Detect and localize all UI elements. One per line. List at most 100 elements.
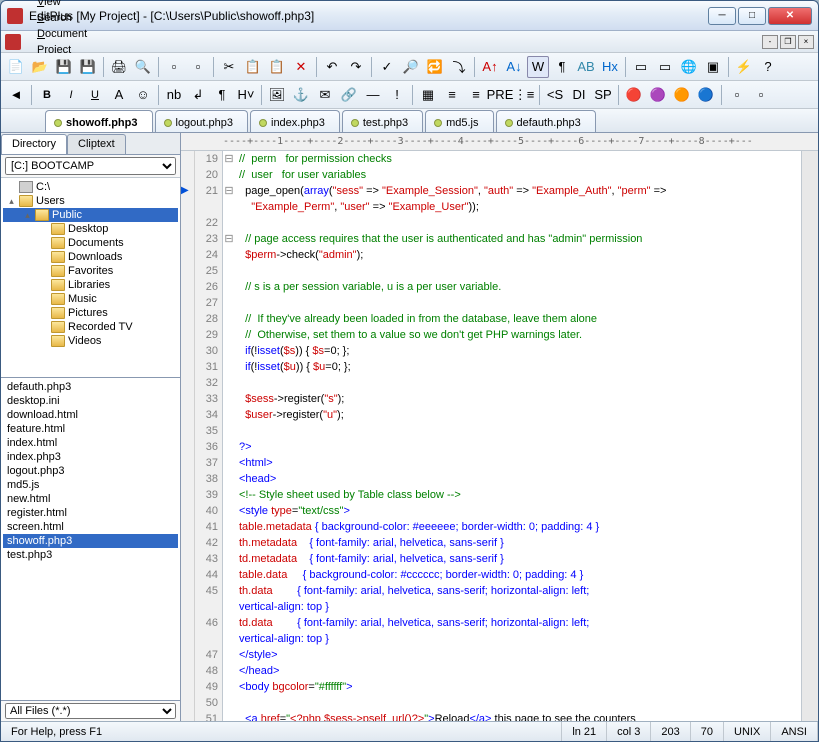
font-a-button[interactable]: A↑ [479, 56, 501, 78]
mdi-close[interactable]: × [798, 35, 814, 49]
file-tab[interactable]: md5.js [425, 110, 493, 132]
tree-node[interactable]: ▴Users [3, 194, 178, 208]
file-item[interactable]: showoff.php3 [3, 534, 178, 548]
directory-tab[interactable]: Directory [1, 134, 67, 154]
file-list[interactable]: defauth.php3desktop.inidownload.htmlfeat… [1, 378, 180, 700]
sp-button[interactable]: SP [592, 84, 614, 106]
code-editor[interactable]: ▶ 192021 2223242526272829303132333435363… [181, 151, 818, 721]
para-button[interactable]: ¶ [551, 56, 573, 78]
tree-node[interactable]: Downloads [3, 250, 178, 264]
file-tab[interactable]: test.php3 [342, 110, 423, 132]
delete-button[interactable]: ✕ [290, 56, 312, 78]
file-item[interactable]: feature.html [3, 422, 178, 436]
font-a2-button[interactable]: A↓ [503, 56, 525, 78]
left-button[interactable]: ◄ [5, 84, 27, 106]
undo-button[interactable]: ↶ [321, 56, 343, 78]
replace-button[interactable]: 🔁 [424, 56, 446, 78]
minimize-button[interactable]: ─ [708, 7, 736, 25]
img-button[interactable]: 🖼 [266, 84, 288, 106]
lt-button[interactable]: <S [544, 84, 566, 106]
menu-view[interactable]: View [29, 0, 95, 10]
preview-button[interactable]: 🔍 [132, 56, 154, 78]
link-button[interactable]: 🔗 [338, 84, 360, 106]
font-button[interactable]: A [108, 84, 130, 106]
p-button[interactable]: ¶ [211, 84, 233, 106]
tree-node[interactable]: Libraries [3, 278, 178, 292]
align-c-button[interactable]: ≡ [465, 84, 487, 106]
file-item[interactable]: index.html [3, 436, 178, 450]
tool-button[interactable]: ⚡ [733, 56, 755, 78]
findnext-button[interactable]: ⤵ [448, 56, 470, 78]
bold-button[interactable]: B [36, 84, 58, 106]
file-item[interactable]: defauth.php3 [3, 380, 178, 394]
find-button[interactable]: 🔎 [400, 56, 422, 78]
list-button[interactable]: ⋮≡ [513, 84, 535, 106]
maximize-button[interactable]: □ [738, 7, 766, 25]
copy-button[interactable]: 📋 [242, 56, 264, 78]
doc2-button[interactable]: ▫ [187, 56, 209, 78]
file-tab[interactable]: logout.php3 [155, 110, 249, 132]
tree-node[interactable]: Documents [3, 236, 178, 250]
window-button[interactable]: ▣ [702, 56, 724, 78]
file-tab[interactable]: defauth.php3 [496, 110, 596, 132]
hx-button[interactable]: Hx [599, 56, 621, 78]
color4-button[interactable]: 🔵 [695, 84, 717, 106]
file-item[interactable]: register.html [3, 506, 178, 520]
file-item[interactable]: md5.js [3, 478, 178, 492]
col1-button[interactable]: ▭ [630, 56, 652, 78]
cliptext-tab[interactable]: Cliptext [67, 134, 126, 154]
vertical-scrollbar[interactable] [801, 151, 818, 721]
menu-search[interactable]: Search [29, 10, 95, 26]
smiley-button[interactable]: ☺ [132, 84, 154, 106]
help-button[interactable]: ? [757, 56, 779, 78]
di-button[interactable]: DI [568, 84, 590, 106]
underline-button[interactable]: U [84, 84, 106, 106]
hr-button[interactable]: — [362, 84, 384, 106]
mdi-minimize[interactable]: - [762, 35, 778, 49]
print-button[interactable]: 🖨 [108, 56, 130, 78]
mdi-restore[interactable]: ❐ [780, 35, 796, 49]
mail-button[interactable]: ✉ [314, 84, 336, 106]
file-item[interactable]: logout.php3 [3, 464, 178, 478]
h-button[interactable]: H˅ [235, 84, 257, 106]
paste-button[interactable]: 📋 [266, 56, 288, 78]
folder-tree[interactable]: C:\▴Users▴PublicDesktopDocumentsDownload… [1, 178, 180, 378]
color2-button[interactable]: 🟣 [647, 84, 669, 106]
save-all-button[interactable]: 💾 [77, 56, 99, 78]
tree-node[interactable]: Videos [3, 334, 178, 348]
file-item[interactable]: desktop.ini [3, 394, 178, 408]
file-item[interactable]: download.html [3, 408, 178, 422]
spell-button[interactable]: ✓ [376, 56, 398, 78]
tree-node[interactable]: C:\ [3, 180, 178, 194]
color1-button[interactable]: 🔴 [623, 84, 645, 106]
open-button[interactable]: 📂 [29, 56, 51, 78]
filter-select[interactable]: All Files (*.*) [5, 703, 176, 719]
file-item[interactable]: index.php3 [3, 450, 178, 464]
tree-node[interactable]: Pictures [3, 306, 178, 320]
close-button[interactable]: ✕ [768, 7, 812, 25]
tree-node[interactable]: Favorites [3, 264, 178, 278]
new-file-button[interactable]: 📄 [5, 56, 27, 78]
color3-button[interactable]: 🟠 [671, 84, 693, 106]
table-button[interactable]: ▦ [417, 84, 439, 106]
wrap-button[interactable]: W [527, 56, 549, 78]
file-tab[interactable]: showoff.php3 [45, 110, 153, 132]
browser-button[interactable]: 🌐 [678, 56, 700, 78]
pre-button[interactable]: PRE [489, 84, 511, 106]
code-content[interactable]: // perm for permission checks // user fo… [235, 151, 801, 721]
file-item[interactable]: new.html [3, 492, 178, 506]
form-button[interactable]: ▫ [726, 84, 748, 106]
anchor-button[interactable]: ⚓ [290, 84, 312, 106]
cut-button[interactable]: ✂ [218, 56, 240, 78]
file-tab[interactable]: index.php3 [250, 110, 340, 132]
italic-button[interactable]: I [60, 84, 82, 106]
align-l-button[interactable]: ≡ [441, 84, 463, 106]
tree-node[interactable]: ▴Public [3, 208, 178, 222]
doc1-button[interactable]: ▫ [163, 56, 185, 78]
col2-button[interactable]: ▭ [654, 56, 676, 78]
tree-node[interactable]: Recorded TV [3, 320, 178, 334]
file-item[interactable]: test.php3 [3, 548, 178, 562]
nb-button[interactable]: nb [163, 84, 185, 106]
tree-node[interactable]: Music [3, 292, 178, 306]
ab-button[interactable]: AB [575, 56, 597, 78]
